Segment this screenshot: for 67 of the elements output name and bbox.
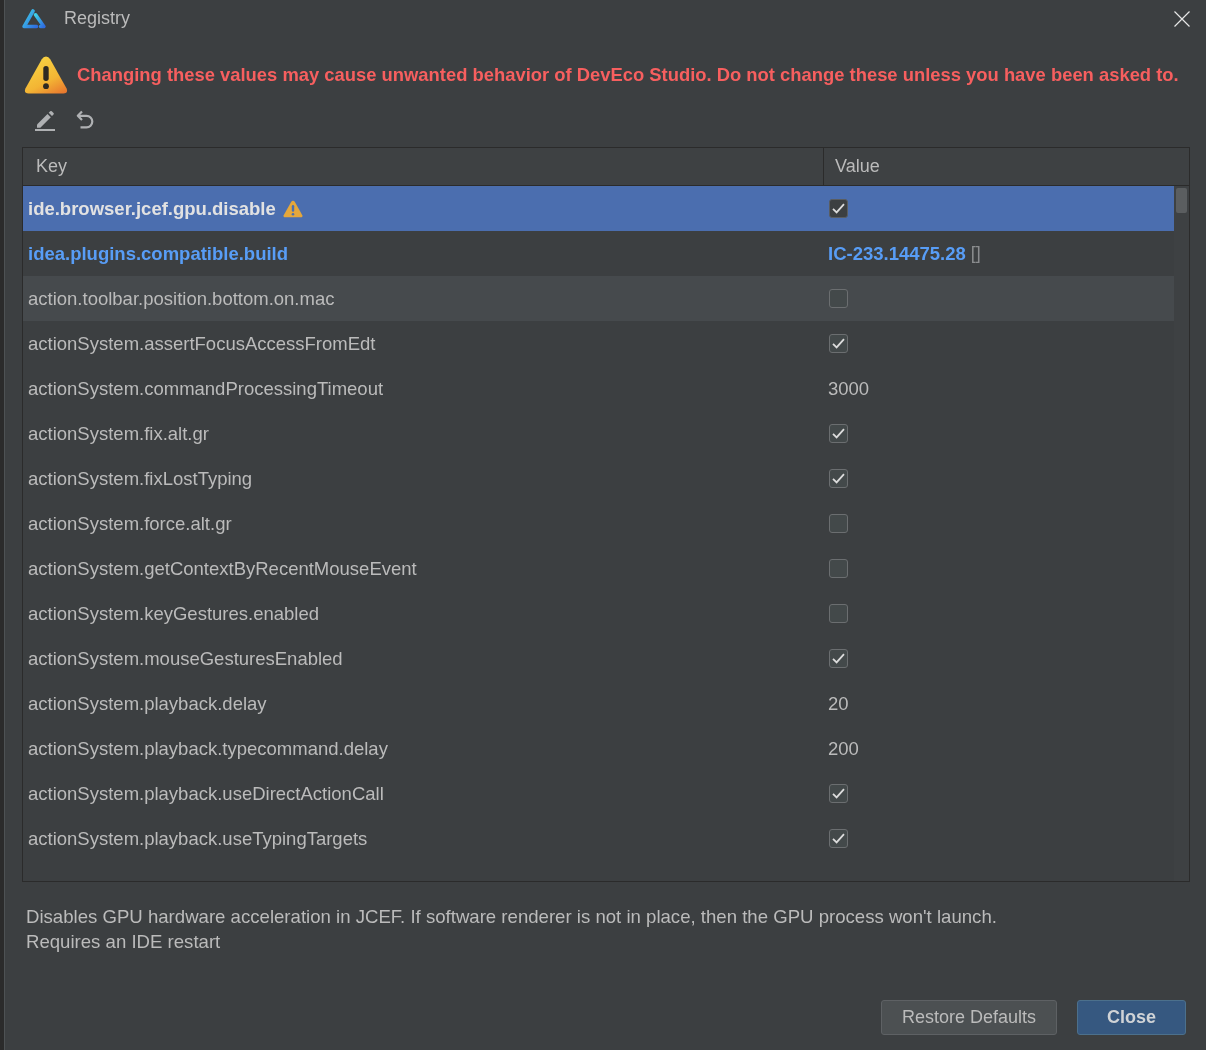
checkmark-icon [832,833,845,844]
registry-key: action.toolbar.position.bottom.on.mac [28,287,335,310]
table-row[interactable]: actionSystem.mouseGesturesEnabled [23,636,1174,681]
warning-icon [24,55,68,95]
checkmark-icon [832,473,845,484]
pencil-icon[interactable] [34,109,56,131]
checkmark-icon [832,653,845,664]
registry-key: actionSystem.force.alt.gr [28,512,232,535]
table-row[interactable]: actionSystem.assertFocusAccessFromEdt [23,321,1174,366]
registry-key: actionSystem.keyGestures.enabled [28,602,319,625]
registry-key: actionSystem.playback.delay [28,692,267,715]
registry-key: actionSystem.playback.useDirectActionCall [28,782,384,805]
undo-icon[interactable] [76,110,94,130]
table-row[interactable]: action.toolbar.position.bottom.on.mac [23,276,1174,321]
checkbox[interactable] [829,514,848,533]
checkbox[interactable] [829,199,848,218]
checkbox[interactable] [829,334,848,353]
checkbox[interactable] [829,424,848,443]
registry-key: actionSystem.mouseGesturesEnabled [28,647,343,670]
table-row[interactable]: actionSystem.getContextByRecentMouseEvent [23,546,1174,591]
registry-value: 200 [828,737,859,760]
checkbox[interactable] [829,649,848,668]
registry-key: actionSystem.assertFocusAccessFromEdt [28,332,376,355]
checkbox[interactable] [829,559,848,578]
registry-key: actionSystem.playback.typecommand.delay [28,737,388,760]
table-row[interactable]: actionSystem.fixLostTyping [23,456,1174,501]
registry-key: actionSystem.playback.useTypingTargets [28,827,368,850]
table-row[interactable]: idea.plugins.compatible.build IC-233.14475.28 [] [23,231,1174,276]
registry-value: 20 [828,692,849,715]
close-icon[interactable] [1174,10,1190,27]
registry-key: ide.browser.jcef.gpu.disable [28,197,276,220]
column-header[interactable]: Value [823,148,1189,185]
table-row[interactable]: actionSystem.playback.typecommand.delay 200 [23,726,1174,771]
checkbox[interactable] [829,469,848,488]
restart-note: Requires an IDE restart [26,930,222,954]
table-row[interactable]: actionSystem.fix.alt.gr [23,411,1174,456]
scrollbar-thumb[interactable] [1176,188,1187,213]
table-row[interactable]: actionSystem.commandProcessingTimeout 3000 [23,366,1174,411]
table-row[interactable]: actionSystem.playback.useDirectActionCall [23,771,1174,816]
table-row[interactable]: ide.browser.jcef.gpu.disable [23,186,1174,231]
registry-key: actionSystem.commandProcessingTimeout [28,377,384,400]
checkbox[interactable] [829,604,848,623]
registry-value: IC-233.14475.28 [828,242,966,265]
registry-key: actionSystem.fix.alt.gr [28,422,209,445]
warning-message: Changing these values may cause unwanted behavior of DevEco Studio. Do not change these unless you have been asked to. [77,64,1179,86]
checkmark-icon [832,788,845,799]
checkbox[interactable] [829,289,848,308]
checkbox[interactable] [829,784,848,803]
table-row[interactable]: actionSystem.playback.delay 20 [23,681,1174,726]
checkbox[interactable] [829,829,848,848]
checkmark-icon [832,338,845,349]
registry-key: idea.plugins.compatible.build [28,242,289,265]
column-header[interactable]: Key [23,148,823,185]
registry-key: actionSystem.fixLostTyping [28,467,253,490]
triangle-logo-icon [22,8,46,29]
table-row[interactable]: actionSystem.playback.useTypingTargets [23,816,1174,861]
table-row[interactable]: actionSystem.keyGestures.enabled [23,591,1174,636]
registry-value: 3000 [828,377,870,400]
checkmark-icon [832,203,845,214]
registry-key: actionSystem.getContextByRecentMouseEvent [28,557,417,580]
dialog-button[interactable]: Close [1076,1000,1186,1035]
checkmark-icon [832,428,845,439]
table-row[interactable]: actionSystem.force.alt.gr [23,501,1174,546]
value-suffix: [] [970,243,981,264]
dialog-button[interactable]: Restore Defaults [880,1000,1057,1035]
description-text: Disables GPU hardware acceleration in JCEF. If software renderer is not in place, then the GPU process won't launch. [26,905,998,929]
window-title: Registry [64,8,130,29]
